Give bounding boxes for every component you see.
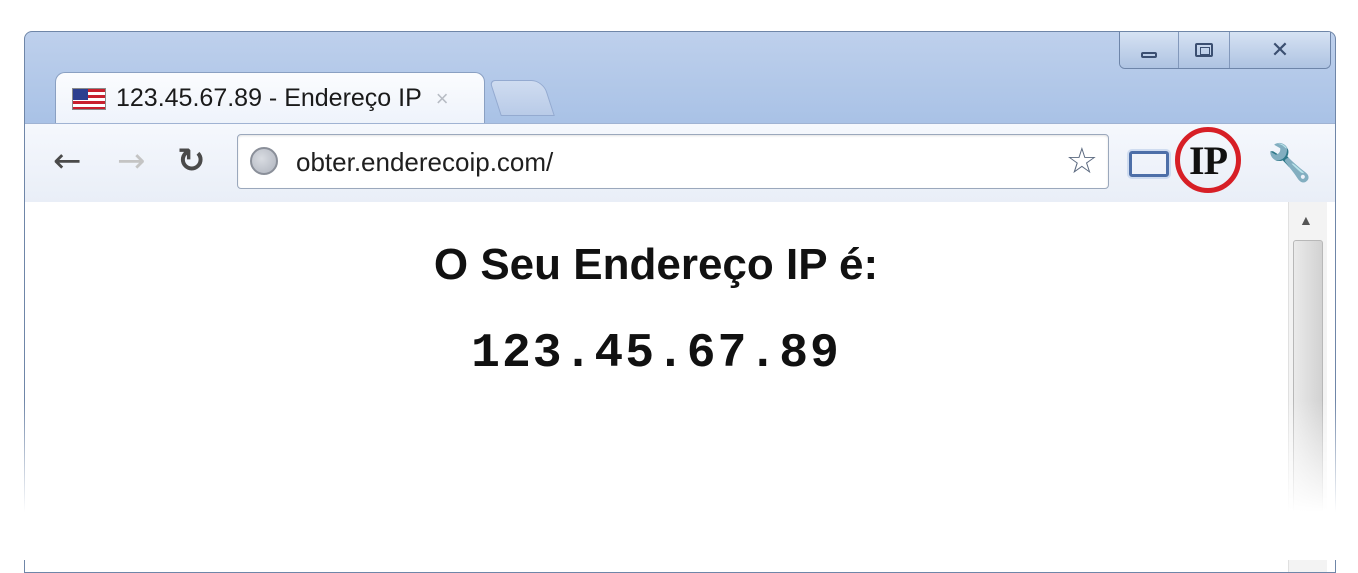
tab-close-icon[interactable]: × [436, 86, 449, 112]
page-content: O Seu Endereço IP é: 123.45.67.89 ▲ [25, 202, 1335, 572]
scroll-up-arrow-icon[interactable]: ▲ [1299, 212, 1313, 228]
address-bar[interactable]: obter.enderecoip.com/ ☆ [237, 134, 1109, 189]
maximize-button[interactable] [1178, 32, 1229, 68]
window-controls: ✕ [1119, 32, 1331, 69]
minimize-icon [1141, 52, 1157, 58]
toolbar: ← → ↻ obter.enderecoip.com/ ☆ IP 🔧 [25, 123, 1335, 203]
close-window-button[interactable]: ✕ [1229, 32, 1330, 68]
forward-arrow-icon[interactable]: → [117, 144, 146, 178]
new-tab-button[interactable] [489, 80, 555, 116]
star-icon[interactable]: ☆ [1066, 141, 1098, 182]
page-action-icon[interactable] [1129, 151, 1169, 177]
us-flag-icon [72, 87, 106, 110]
browser-window: ✕ 123.45.67.89 - Endereço IP × ← → ↻ obt… [24, 31, 1336, 573]
browser-tab[interactable]: 123.45.67.89 - Endereço IP × [55, 72, 485, 124]
maximize-icon [1195, 43, 1213, 57]
back-arrow-icon[interactable]: ← [53, 144, 82, 178]
vertical-scrollbar[interactable]: ▲ [1288, 202, 1327, 572]
minimize-button[interactable] [1120, 32, 1178, 68]
ip-extension-label: IP [1189, 137, 1228, 183]
globe-icon [250, 147, 278, 175]
wrench-icon[interactable]: 🔧 [1267, 142, 1312, 184]
close-icon: ✕ [1270, 37, 1290, 63]
ip-extension-button[interactable]: IP [1175, 127, 1241, 193]
page-heading: O Seu Endereço IP é: [433, 240, 879, 289]
ip-address-value: 123.45.67.89 [471, 327, 841, 381]
tab-title: 123.45.67.89 - Endereço IP [116, 84, 422, 112]
scroll-thumb[interactable] [1293, 240, 1323, 542]
reload-icon[interactable]: ↻ [177, 144, 206, 178]
url-text[interactable]: obter.enderecoip.com/ [296, 147, 553, 178]
